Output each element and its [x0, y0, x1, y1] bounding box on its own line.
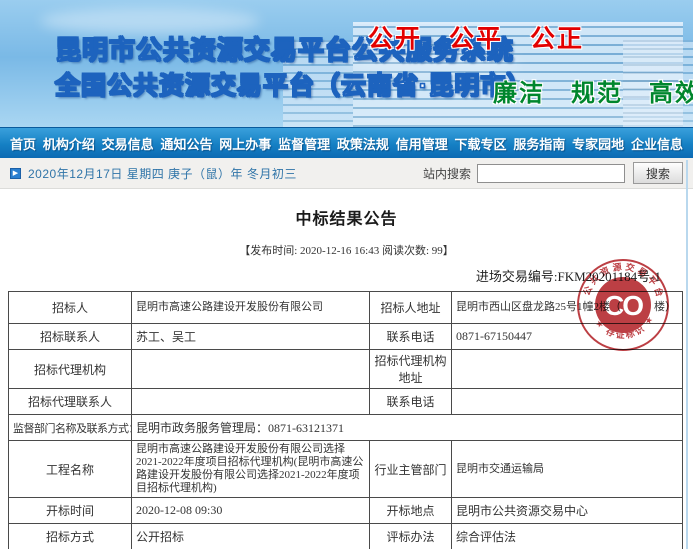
agency-phone-label: 联系电话 [370, 389, 452, 415]
search-button[interactable]: 搜索 [633, 162, 683, 184]
table-row: 招标方式 公开招标 评标办法 综合评估法 [9, 524, 683, 549]
opening-time-value: 2020-12-08 09:30 [132, 498, 370, 524]
nav-item-service-guide[interactable]: 服务指南 [513, 134, 565, 153]
opening-time-label: 开标时间 [9, 498, 132, 524]
table-row: 招标联系人 苏工、吴工 联系电话 0871-67150447 [9, 324, 683, 350]
page-title: 中标结果公告 [0, 205, 693, 229]
site-banner: 昆明市公共资源交易平台公共服务系统 全国公共资源交易平台（云南省·昆明市） 公开… [0, 0, 693, 127]
table-row: 监督部门名称及联系方式： 昆明市政务服务管理局：0871-63121371 [9, 415, 683, 441]
table-row: 招标人 昆明市高速公路建设开发股份有限公司 招标人地址 昆明市西山区盘龙路25号… [9, 292, 683, 324]
main-nav: 首页 机构介绍 交易信息 通知公告 网上办事 监督管理 政策法规 信用管理 下载… [0, 127, 693, 158]
opening-place-value: 昆明市公共资源交易中心 [452, 498, 683, 524]
nav-item-org-intro[interactable]: 机构介绍 [43, 134, 95, 153]
nav-item-supervision[interactable]: 监督管理 [278, 134, 330, 153]
date-icon: ▶ [10, 168, 21, 179]
tenderer-label: 招标人 [9, 292, 132, 324]
nav-item-notices[interactable]: 通知公告 [160, 134, 212, 153]
tenderer-address-label: 招标人地址 [370, 292, 452, 324]
nav-item-experts[interactable]: 专家园地 [572, 134, 624, 153]
announcement-content: 中标结果公告 【发布时间: 2020-12-16 16:43 阅读次数: 99】… [0, 190, 693, 549]
bid-info-table: 招标人 昆明市高速公路建设开发股份有限公司 招标人地址 昆明市西山区盘龙路25号… [8, 291, 683, 549]
page: 昆明市公共资源交易平台公共服务系统 全国公共资源交易平台（云南省·昆明市） 公开… [0, 0, 693, 549]
agency-contact-value [132, 389, 370, 415]
table-row: 工程名称 昆明市高速公路建设开发股份有限公司选择2021-2022年度项目招标代… [9, 441, 683, 498]
agency-address-value [452, 350, 683, 389]
tenderer-address-value: 昆明市西山区盘龙路25号1幢2楼（ 楼） [452, 292, 683, 324]
content-edge-divider [686, 160, 688, 549]
agency-phone-value [452, 389, 683, 415]
nav-item-trade-info[interactable]: 交易信息 [102, 134, 154, 153]
agency-label: 招标代理机构 [9, 350, 132, 389]
industry-dept-value: 昆明市交通运输局 [452, 441, 683, 498]
search-input[interactable] [477, 164, 625, 183]
site-title-sub: 全国公共资源交易平台（云南省·昆明市） [55, 66, 532, 102]
agency-value [132, 350, 370, 389]
industry-dept-label: 行业主管部门 [370, 441, 452, 498]
search-label: 站内搜索 [423, 165, 471, 182]
bid-method-label: 招标方式 [9, 524, 132, 549]
slogan-fairness: 公开 公平 公正 [368, 19, 584, 55]
trade-number: 进场交易编号:FKM20201184号-1 [0, 266, 693, 285]
table-row: 开标时间 2020-12-08 09:30 开标地点 昆明市公共资源交易中心 [9, 498, 683, 524]
agency-address-label: 招标代理机构地址 [370, 350, 452, 389]
table-row: 招标代理联系人 联系电话 [9, 389, 683, 415]
phone-label: 联系电话 [370, 324, 452, 350]
slogan-integrity: 廉洁 规范 高效 [493, 73, 693, 108]
phone-value: 0871-67150447 [452, 324, 683, 350]
bid-method-value: 公开招标 [132, 524, 370, 549]
nav-item-home[interactable]: 首页 [10, 134, 36, 153]
nav-item-policies[interactable]: 政策法规 [337, 134, 389, 153]
current-date: 2020年12月17日 星期四 庚子（鼠）年 冬月初三 [28, 165, 297, 182]
site-search: 站内搜索 搜索 [423, 162, 683, 184]
contact-label: 招标联系人 [9, 324, 132, 350]
date-search-bar: ▶ 2020年12月17日 星期四 庚子（鼠）年 冬月初三 站内搜索 搜索 [0, 158, 693, 189]
agency-contact-label: 招标代理联系人 [9, 389, 132, 415]
nav-item-online-services[interactable]: 网上办事 [219, 134, 271, 153]
nav-item-credit[interactable]: 信用管理 [396, 134, 448, 153]
nav-item-downloads[interactable]: 下载专区 [455, 134, 507, 153]
supervisor-value: 昆明市政务服务管理局：0871-63121371 [132, 415, 683, 441]
supervisor-label: 监督部门名称及联系方式： [9, 415, 132, 441]
project-name-value: 昆明市高速公路建设开发股份有限公司选择2021-2022年度项目招标代理机构(昆… [132, 441, 370, 498]
evaluation-method-value: 综合评估法 [452, 524, 683, 549]
nav-item-enterprise[interactable]: 企业信息 [631, 134, 683, 153]
table-row: 招标代理机构 招标代理机构地址 [9, 350, 683, 389]
contact-value: 苏工、吴工 [132, 324, 370, 350]
opening-place-label: 开标地点 [370, 498, 452, 524]
project-name-label: 工程名称 [9, 441, 132, 498]
evaluation-method-label: 评标办法 [370, 524, 452, 549]
tenderer-value: 昆明市高速公路建设开发股份有限公司 [132, 292, 370, 324]
publish-meta: 【发布时间: 2020-12-16 16:43 阅读次数: 99】 [0, 242, 693, 258]
